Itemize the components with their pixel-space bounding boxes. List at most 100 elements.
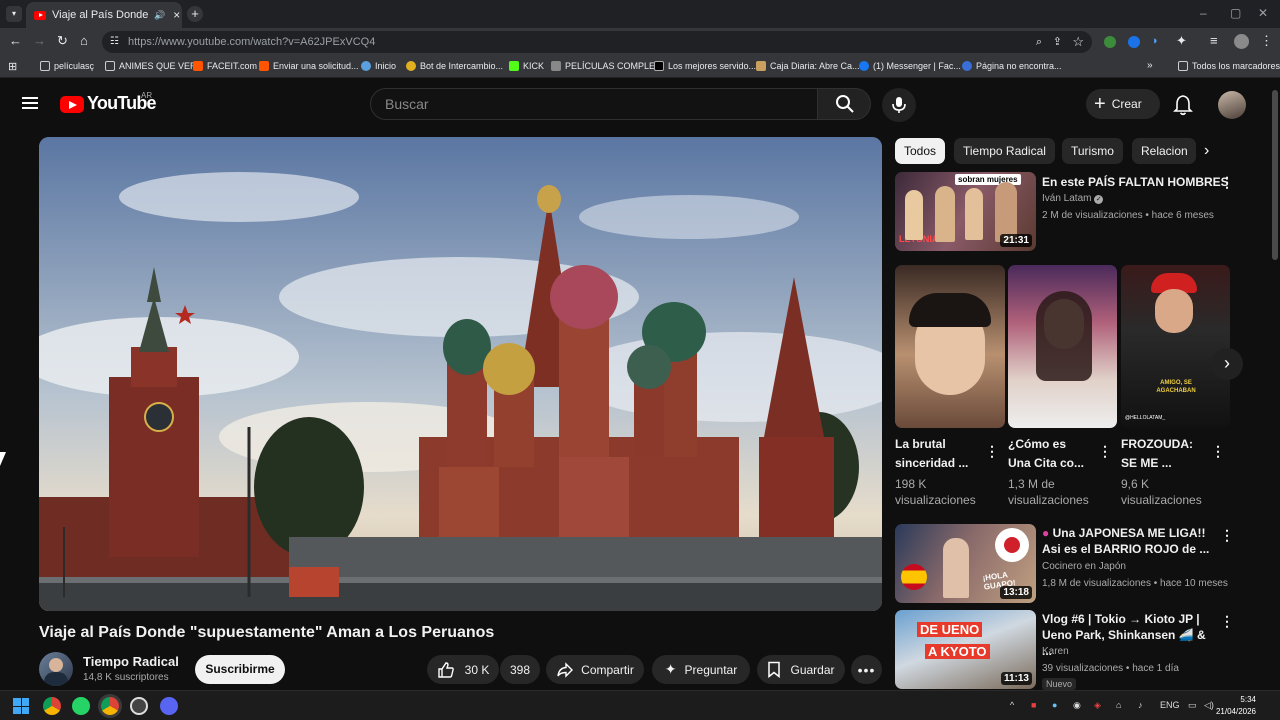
video-thumbnail[interactable]: ¡HOLA GUAPO! 13:18 <box>895 524 1036 603</box>
bookmark-item[interactable]: KICK <box>509 61 544 71</box>
short-title[interactable]: ¿Cómo es Una Cita co... <box>1008 435 1084 473</box>
forward-icon[interactable]: → <box>33 33 46 48</box>
create-button[interactable]: + Crear <box>1086 89 1160 119</box>
tray-app-icon[interactable]: ◈ <box>1094 700 1101 711</box>
maximize-icon[interactable]: ▢ <box>1230 6 1241 20</box>
video-item-title[interactable]: En este PAÍS FALTAN HOMBRES <box>1042 174 1229 190</box>
minimize-icon[interactable]: – <box>1200 6 1207 20</box>
channel-name[interactable]: Cocinero en Japón <box>1042 560 1126 574</box>
tab-close-icon[interactable]: × <box>173 8 180 22</box>
notifications-bell-icon[interactable] <box>1173 94 1193 116</box>
short-thumbnail[interactable] <box>1008 265 1117 428</box>
bookmark-item[interactable]: ANIMES QUE VER <box>105 61 197 71</box>
extension-icon-2[interactable] <box>1128 36 1140 48</box>
bookmark-item[interactable]: FACEIT.com <box>193 61 257 71</box>
extensions-puzzle-icon[interactable]: ✦ <box>1176 33 1187 49</box>
profile-avatar-icon[interactable] <box>1234 34 1249 49</box>
chrome-profile-icon[interactable] <box>101 697 119 715</box>
close-window-icon[interactable]: ✕ <box>1258 6 1268 20</box>
video-item-title[interactable]: ● Una JAPONESA ME LIGA!! Asi es el BARRI… <box>1042 525 1212 557</box>
zoom-icon[interactable]: ⌕ <box>1036 31 1042 53</box>
hamburger-menu-icon[interactable] <box>22 97 38 109</box>
chrome-icon[interactable] <box>43 697 61 715</box>
video-thumbnail[interactable]: DE UENO A KYOTO 11:13 <box>895 610 1036 689</box>
comments-count-button[interactable]: 398 <box>500 655 540 684</box>
item-menu-icon[interactable]: ⋮ <box>1220 614 1234 628</box>
reload-icon[interactable]: ↻ <box>57 33 68 49</box>
short-menu-icon[interactable]: ⋮ <box>1211 444 1225 458</box>
tab-search-icon[interactable]: ▾ <box>6 6 22 22</box>
bookmark-item[interactable]: (1) Messenger | Fac... <box>859 61 961 71</box>
site-info-icon[interactable]: ☷ <box>110 31 119 53</box>
youtube-logo-icon[interactable] <box>60 96 84 113</box>
short-menu-icon[interactable]: ⋮ <box>985 444 999 458</box>
tray-app-icon[interactable]: ■ <box>1031 700 1036 710</box>
short-title[interactable]: FROZOUDA: SE ME ... <box>1121 435 1193 473</box>
short-thumbnail[interactable]: AMIGO, SE AGACHABAN @HELLOLATAM_ <box>1121 265 1230 428</box>
browser-menu-icon[interactable]: ⋮ <box>1260 33 1273 49</box>
item-menu-icon[interactable]: ⋮ <box>1220 175 1234 189</box>
apps-grid-icon[interactable]: ⊞ <box>8 60 17 73</box>
short-thumbnail[interactable] <box>895 265 1005 428</box>
extension-icon-1[interactable] <box>1104 36 1116 48</box>
discord-tray-icon[interactable]: ◉ <box>1073 700 1081 711</box>
mic-tray-icon[interactable]: ♪ <box>1138 700 1143 710</box>
short-title[interactable]: La brutal sinceridad ... <box>895 435 968 473</box>
tray-chevron-icon[interactable]: ^ <box>1010 700 1014 710</box>
account-avatar[interactable] <box>1218 91 1246 119</box>
shorts-next-button[interactable]: › <box>1211 348 1243 380</box>
extension-icon-3[interactable]: ◗ <box>1152 35 1159 47</box>
like-button[interactable]: 30 K <box>427 655 499 684</box>
network-icon[interactable]: ▭ <box>1188 700 1197 711</box>
audio-icon[interactable]: 🔊 <box>154 10 165 21</box>
chips-next-chevron-icon[interactable]: › <box>1204 142 1209 160</box>
subscribe-button[interactable]: Suscribirme <box>195 655 285 684</box>
search-button[interactable] <box>817 88 871 120</box>
new-tab-button[interactable]: + <box>187 6 203 22</box>
more-actions-button[interactable]: ••• <box>851 655 882 684</box>
usb-icon[interactable]: ⌂ <box>1116 700 1121 710</box>
bookmark-item[interactable]: Enviar una solicitud... <box>259 61 359 71</box>
whatsapp-icon[interactable] <box>72 697 90 715</box>
video-thumbnail[interactable]: sobran mujeres LETONIA 21:31 <box>895 172 1036 251</box>
language-indicator[interactable]: ENG <box>1160 700 1180 710</box>
bookmark-item[interactable]: PELÍCULAS COMPLE... <box>551 61 663 71</box>
ask-ai-button[interactable]: ✦ Preguntar <box>652 655 750 684</box>
chip-relaciones[interactable]: Relacion <box>1132 138 1196 164</box>
reading-list-icon[interactable]: ≡ <box>1210 33 1218 48</box>
channel-name[interactable]: Karen <box>1042 645 1069 659</box>
video-player[interactable] <box>39 137 882 611</box>
steam-icon[interactable]: ● <box>1052 700 1057 710</box>
bookmark-star-icon[interactable]: ☆ <box>1072 31 1084 53</box>
home-icon[interactable]: ⌂ <box>80 33 88 48</box>
channel-avatar[interactable] <box>39 652 73 686</box>
page-scrollbar[interactable] <box>1272 90 1278 260</box>
chip-todos[interactable]: Todos <box>895 138 946 164</box>
cast-icon[interactable]: ⇪ <box>1053 31 1062 53</box>
bookmark-item[interactable]: Página no encontra... <box>962 61 1062 71</box>
app-icon[interactable] <box>130 697 148 715</box>
chip-turismo[interactable]: Turismo <box>1062 138 1123 164</box>
url-input[interactable]: ☷ https://www.youtube.com/watch?v=A62JPE… <box>102 31 1092 53</box>
channel-name[interactable]: Iván Latam ✓ <box>1042 192 1104 206</box>
back-icon[interactable]: ← <box>9 33 22 48</box>
bookmark-item[interactable]: Los mejores servido... <box>654 61 756 71</box>
discord-icon[interactable] <box>160 697 178 715</box>
bookmark-item[interactable]: Bot de Intercambio... <box>406 61 503 71</box>
active-tab[interactable]: Viaje al País Donde "supue 🔊 × <box>26 2 182 28</box>
search-input[interactable]: Buscar <box>370 88 818 120</box>
volume-icon[interactable]: ◁) <box>1204 700 1214 711</box>
item-menu-icon[interactable]: ⋮ <box>1220 528 1234 542</box>
more-bookmarks-icon[interactable]: » <box>1147 60 1153 71</box>
short-menu-icon[interactable]: ⋮ <box>1098 444 1112 458</box>
save-button[interactable]: Guardar <box>757 655 845 684</box>
all-bookmarks-folder[interactable]: Todos los marcadores <box>1178 61 1280 71</box>
system-clock[interactable]: 5:34 21/04/2026 <box>1216 694 1256 718</box>
bookmark-item[interactable]: películasç <box>40 61 94 71</box>
voice-search-button[interactable] <box>882 88 916 122</box>
bookmark-item[interactable]: Caja Diaria: Abre Ca... <box>756 61 860 71</box>
share-button[interactable]: Compartir <box>546 655 644 684</box>
windows-start-icon[interactable] <box>13 698 29 714</box>
chip-tiempo-radical[interactable]: Tiempo Radical <box>954 138 1055 164</box>
bookmark-item[interactable]: Inicio <box>361 61 396 71</box>
